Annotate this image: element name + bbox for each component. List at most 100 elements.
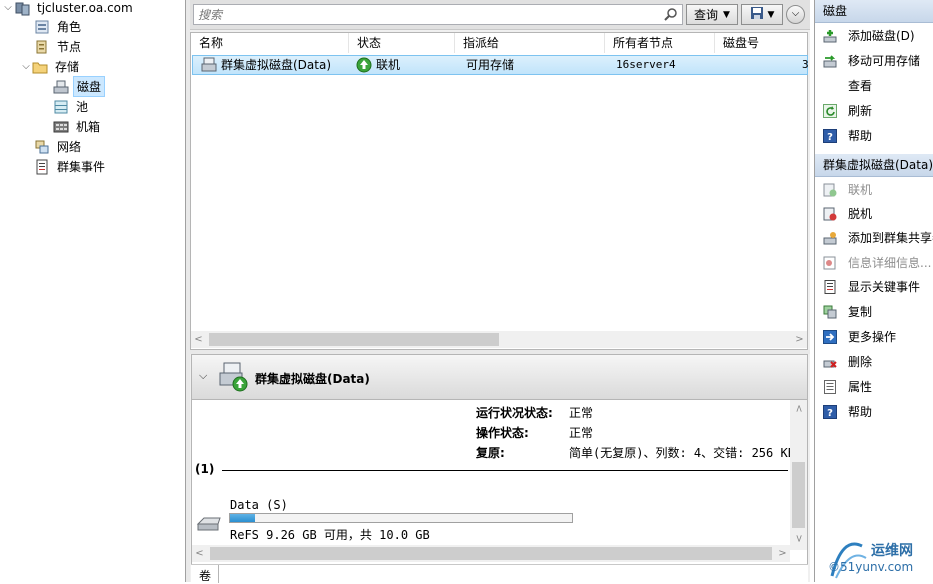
tab-volumes[interactable]: 卷 (199, 567, 211, 584)
section-divider (222, 470, 788, 471)
tree-item-nodes[interactable]: 节点 (34, 37, 84, 56)
scroll-thumb[interactable] (210, 547, 772, 560)
detail-vertical-scrollbar[interactable]: < > (790, 400, 807, 550)
action-properties[interactable]: 属性 (815, 375, 933, 398)
action-refresh[interactable]: 刷新 (815, 99, 933, 122)
action-label: 添加磁盘(D) (848, 29, 915, 43)
tree-item-networks[interactable]: 网络 (34, 137, 84, 156)
chevron-down-icon[interactable]: ⌵ (2, 2, 14, 14)
column-header-owner[interactable]: 所有者节点 (605, 33, 715, 53)
scroll-up-icon[interactable]: < (790, 401, 807, 416)
disk-icon (53, 79, 69, 95)
action-label: 复制 (848, 305, 873, 319)
offline-icon (823, 207, 837, 221)
watermark-text: 运维网 (871, 543, 913, 559)
tree-item-pools[interactable]: 池 (53, 97, 91, 116)
more-actions-icon (823, 329, 837, 344)
cell-name: 群集虚拟磁盘(Data) (221, 58, 332, 72)
action-label: 移动可用存储 (848, 54, 921, 68)
scroll-right-icon[interactable]: > (792, 331, 807, 348)
tree-item-cluster-events[interactable]: 群集事件 (34, 157, 108, 176)
volume-info: ReFS 9.26 GB 可用，共 10.0 GB (230, 528, 430, 542)
tree-label-storage: 存储 (55, 60, 80, 74)
tree-label-networks: 网络 (57, 140, 82, 154)
action-view[interactable]: 查看 (815, 74, 933, 97)
action-label: 帮助 (848, 129, 873, 143)
action-help[interactable]: ? 帮助 (815, 124, 933, 147)
detail-horizontal-scrollbar[interactable]: < > (192, 545, 790, 562)
action-take-offline[interactable]: 脱机 (815, 202, 933, 225)
volume-name[interactable]: Data (S) (230, 498, 288, 512)
scroll-thumb[interactable] (209, 333, 499, 346)
disk-list: 名称 状态 指派给 所有者节点 磁盘号 群集虚拟磁盘(Data) 联机 可用存储… (190, 32, 809, 350)
enclosure-icon (53, 119, 69, 135)
events-icon (34, 159, 50, 175)
properties-icon (823, 379, 837, 394)
scroll-right-icon[interactable]: > (775, 545, 790, 562)
tree-label-roles: 角色 (57, 20, 82, 34)
group-title: 磁盘 (823, 4, 848, 18)
tree-item-cluster[interactable]: ⌵ tjcluster.oa.com (2, 0, 136, 17)
virtual-disk-icon (201, 57, 217, 76)
actions-group-virtual-disk-header[interactable]: 群集虚拟磁盘(Data) (815, 154, 933, 177)
tree-label-cluster-events: 群集事件 (57, 160, 106, 174)
action-add-to-csv[interactable]: 添加到群集共享卷 (815, 226, 933, 249)
expand-collapse-button[interactable]: ⌵ (786, 5, 805, 24)
list-horizontal-scrollbar[interactable]: < > (191, 331, 807, 348)
action-bring-online[interactable]: 联机 (815, 178, 933, 201)
search-box[interactable] (193, 4, 683, 25)
detail-panel: 运行状况状态: 正常 操作状态: 正常 复原: 简单(无复原)、列数: 4、交错… (191, 400, 808, 568)
online-icon (823, 183, 837, 197)
actions-group-disks-header[interactable]: 磁盘 (815, 0, 933, 23)
online-status-icon (356, 57, 372, 76)
action-label: 添加到群集共享卷 (848, 231, 933, 245)
navigation-tree: ⌵ tjcluster.oa.com 角色 节点 ⌵ 存储 磁盘 池 机箱 网络… (0, 0, 186, 582)
cell-disknum: 3 (802, 58, 809, 71)
scroll-left-icon[interactable]: < (191, 331, 206, 348)
tree-item-roles[interactable]: 角色 (34, 17, 84, 36)
action-help-2[interactable]: ? 帮助 (815, 400, 933, 423)
volume-drive-icon (196, 516, 224, 535)
column-header-disknum[interactable]: 磁盘号 (715, 33, 807, 53)
action-replication[interactable]: 复制 (815, 300, 933, 323)
add-to-csv-icon (823, 231, 837, 245)
add-disk-icon (823, 29, 837, 43)
action-more-actions[interactable]: 更多操作 (815, 325, 933, 348)
table-row[interactable]: 群集虚拟磁盘(Data) 联机 可用存储 16server4 3 (192, 55, 809, 76)
save-query-button[interactable]: ▼ (741, 4, 783, 25)
help-icon: ? (823, 404, 837, 419)
tree-item-disks[interactable]: 磁盘 (53, 76, 106, 97)
action-label: 删除 (848, 355, 873, 369)
action-show-critical-events[interactable]: 显示关键事件 (815, 275, 933, 298)
column-header-name[interactable]: 名称 (191, 33, 349, 53)
tree-label-disks: 磁盘 (73, 76, 106, 97)
search-input[interactable] (194, 5, 654, 24)
action-remove[interactable]: 删除 (815, 350, 933, 373)
tree-label-pools: 池 (76, 100, 89, 114)
search-icon[interactable] (664, 7, 678, 24)
tree-item-storage[interactable]: ⌵ 存储 (20, 57, 82, 76)
refresh-icon (823, 103, 837, 118)
action-information-details[interactable]: 信息详细信息... (815, 251, 933, 274)
column-header-assigned[interactable]: 指派给 (455, 33, 605, 53)
critical-events-icon (823, 279, 837, 294)
scroll-thumb[interactable] (792, 462, 805, 528)
column-label: 状态 (357, 36, 382, 50)
query-button[interactable]: 查询 ▼ (686, 4, 738, 25)
scroll-down-icon[interactable]: > (790, 531, 807, 546)
chevron-down-icon[interactable]: ⌵ (20, 61, 32, 73)
view-icon (823, 79, 837, 93)
action-add-disk[interactable]: 添加磁盘(D) (815, 24, 933, 47)
chevron-down-icon[interactable]: ⌵ (199, 369, 207, 383)
column-header-status[interactable]: 状态 (349, 33, 455, 53)
scroll-left-icon[interactable]: < (192, 545, 207, 562)
column-label: 名称 (199, 36, 224, 50)
volume-usage-bar (229, 513, 573, 523)
svg-text:?: ? (827, 132, 833, 143)
action-label: 查看 (848, 79, 873, 93)
operational-label: 操作状态: (476, 426, 529, 440)
action-move-available-storage[interactable]: 移动可用存储 (815, 49, 933, 72)
tree-item-enclosures[interactable]: 机箱 (53, 117, 103, 136)
chevron-down-icon: ⌵ (791, 8, 800, 19)
action-label: 信息详细信息... (848, 256, 932, 270)
